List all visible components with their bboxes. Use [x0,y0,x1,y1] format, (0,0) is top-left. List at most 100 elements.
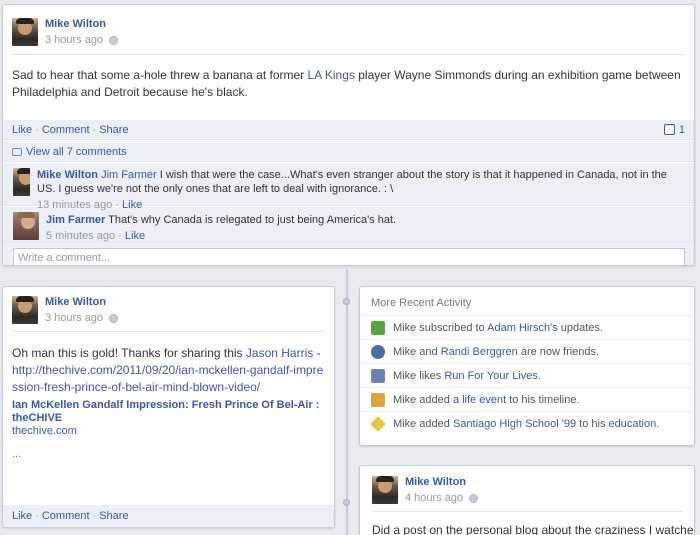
comment-input[interactable]: Write a comment... [13,248,685,265]
like-count[interactable]: 1 [663,123,685,136]
friends-icon [371,344,385,359]
view-all-comments-link[interactable]: View all 7 comments [26,146,127,158]
santiago-high-school-link[interactable]: Santiago High School '99 [453,418,576,430]
like-page-icon [371,368,385,383]
life-event-icon [371,392,385,407]
post-timestamp[interactable]: 4 hours ago [405,492,463,504]
comment-item: Mike Wilton Jim Farmer I wish that were … [3,162,694,211]
activity-item: Mike added a life event to his timeline. [360,387,694,411]
author-avatar[interactable] [12,18,38,46]
action-separator: · [92,123,97,136]
comment-dot: · [118,230,125,242]
post-text-part2: - [313,346,321,360]
activity-text-post: to his timeline. [506,393,580,406]
activity-text-pre: Mike added [393,417,453,430]
comment-link[interactable]: Comment [42,510,90,522]
comment-meta: 5 minutes ago · Like [46,229,396,243]
globe-icon[interactable] [469,493,479,503]
comment-link[interactable]: Comment [42,124,90,136]
author-name[interactable]: Mike Wilton [45,296,118,308]
thumbs-up-icon [663,124,675,135]
post-header: Mike Wilton 3 hours ago [3,287,334,324]
post-text: Did a post on the personal blog about th… [372,523,695,535]
commenter-name[interactable]: Mike Wilton [37,169,98,181]
la-kings-link[interactable]: LA Kings [308,68,355,82]
jason-harris-link[interactable]: Jason Harris [246,346,313,360]
like-count-value: 1 [678,123,685,136]
commenter-avatar[interactable] [13,168,30,196]
randi-berggren-link[interactable]: Randi Berggren [441,346,518,358]
like-link[interactable]: Like [12,124,32,136]
commenter-avatar[interactable] [13,212,39,240]
action-separator: · [35,510,39,522]
post-meta: Mike Wilton 3 hours ago [45,296,119,324]
post-meta: Mike Wilton 3 hours ago [45,18,119,46]
link-attachment[interactable]: Ian McKellen Gandalf Impression: Fresh P… [3,398,334,438]
post-time: 3 hours ago [45,312,119,324]
activity-text: Mike subscribed to Adam Hirsch's updates… [393,322,603,334]
subscribe-icon [371,320,385,335]
post-card-gandalf: Mike Wilton 3 hours ago Oh man this is g… [2,286,335,528]
post-time: 3 hours ago [45,34,119,46]
post-header: Mike Wilton 4 hours ago [360,466,694,504]
activity-item: Mike and Randi Berggren are now friends. [360,339,694,363]
activity-text-pre: Mike and [393,345,441,358]
attachment-title[interactable]: Ian McKellen Gandalf Impression: Fresh P… [12,399,325,425]
globe-icon[interactable] [109,35,119,45]
comment-time[interactable]: 13 minutes ago [37,199,112,211]
share-link[interactable]: Share [99,510,128,522]
author-avatar[interactable] [372,476,398,504]
education-icon [370,415,386,432]
author-name[interactable]: Mike Wilton [405,476,478,488]
author-name[interactable]: Mike Wilton [45,18,118,30]
timeline-spine [346,269,348,535]
post-timestamp[interactable]: 3 hours ago [45,312,103,324]
comment-like-link[interactable]: Like [125,230,145,242]
chive-url-link[interactable]: http://thechive.com/2011/09/20/ian-mckel… [12,363,323,394]
activity-item: Mike subscribed to Adam Hirsch's updates… [360,315,694,339]
comment-text: That's why Canada is relegated to just b… [105,214,397,226]
feedback-area: Like · Comment · Share [3,505,334,527]
post-ellipsis: ... [12,448,22,460]
education-link[interactable]: education [609,418,657,430]
comment-mention[interactable]: Jim Farmer [101,169,157,181]
activity-text: Mike added a life event to his timeline. [393,394,580,406]
like-link[interactable]: Like [12,510,32,522]
comment-like-link[interactable]: Like [122,199,142,211]
activity-text-pre: Mike subscribed to [393,321,488,334]
action-bar: Like · Comment · Share 1 [3,119,694,140]
globe-icon[interactable] [109,313,119,323]
top-edge [0,0,700,3]
activity-text-post: are now friends. [517,345,600,358]
timeline-dot [343,499,350,506]
post-actions: Like · Comment · Share [12,124,129,136]
adam-hirsch-link[interactable]: Adam Hirsch [487,322,550,334]
activity-text-post: 's updates. [550,321,603,334]
post-card-banana: Mike Wilton 3 hours ago Sad to hear that… [2,4,695,266]
post-meta: Mike Wilton 4 hours ago [405,476,479,504]
life-event-link[interactable]: a life event [453,394,506,406]
feedback-area: Like · Comment · Share 1 View all 7 comments… [3,119,694,265]
post-actions: Like · Comment · Share [12,510,325,522]
activity-text-post: to his [576,417,609,430]
activity-text: Mike likes Run For Your Lives. [393,370,541,382]
view-comments-row: View all 7 comments [3,140,694,162]
share-link[interactable]: Share [99,124,128,136]
activity-text-pre: Mike likes [393,369,445,382]
comment-bubble-icon [12,148,22,156]
activity-item: Mike likes Run For Your Lives. [360,363,694,387]
attachment-domain[interactable]: thechive.com [12,425,325,438]
commenter-name[interactable]: Jim Farmer [46,214,105,226]
run-for-your-lives-link[interactable]: Run For Your Lives [444,370,538,382]
post-card-blog: Mike Wilton 4 hours ago Did a post on th… [359,465,695,535]
author-avatar[interactable] [12,296,38,324]
action-separator: · [35,123,39,136]
comment-time[interactable]: 5 minutes ago [46,230,115,242]
activity-title: More Recent Activity [371,297,472,309]
post-text: Sad to hear that some a-hole threw a ban… [3,55,694,109]
activity-text-pre: Mike added [393,393,453,406]
activity-text-post: . [656,417,660,430]
post-timestamp[interactable]: 3 hours ago [45,34,103,46]
activity-text: Mike and Randi Berggren are now friends. [393,346,599,358]
post-header: Mike Wilton 3 hours ago [3,5,694,46]
